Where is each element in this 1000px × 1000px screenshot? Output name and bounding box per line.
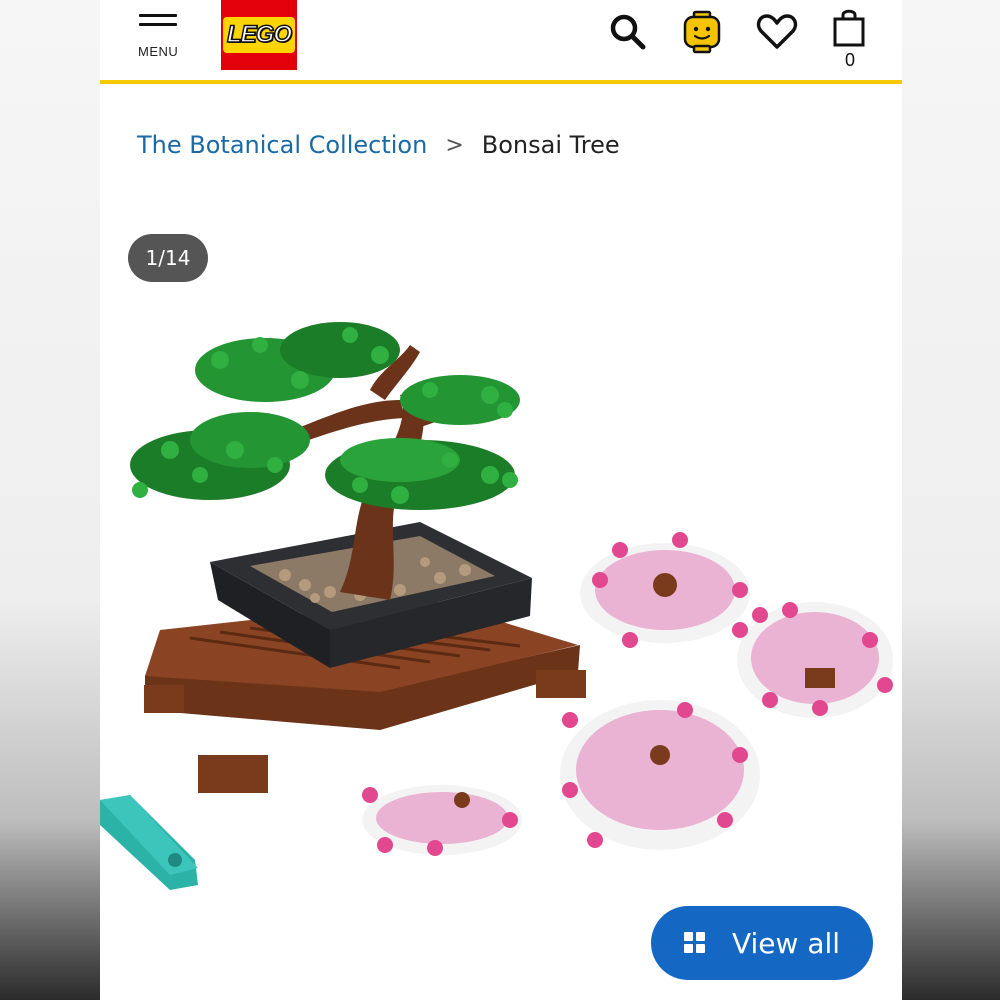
view-all-button[interactable]: View all xyxy=(651,906,873,980)
heart-icon[interactable] xyxy=(756,12,798,52)
view-all-label: View all xyxy=(731,926,841,960)
grid-icon xyxy=(683,932,706,954)
bonsai-foliage xyxy=(130,322,520,510)
logo-text: LEGO xyxy=(222,17,295,53)
breadcrumb: The Botanical Collection > Bonsai Tree xyxy=(137,130,620,160)
menu-button[interactable]: MENU xyxy=(136,12,186,62)
image-counter: 1/14 xyxy=(128,234,208,282)
menu-icon xyxy=(139,14,177,28)
bag-count: 0 xyxy=(844,50,855,70)
right-backdrop xyxy=(902,0,1000,1000)
brick-separator xyxy=(100,795,198,890)
site-header: MENU LEGO 0 xyxy=(100,0,902,84)
breadcrumb-current: Bonsai Tree xyxy=(481,131,620,159)
left-backdrop xyxy=(0,0,100,1000)
menu-label: MENU xyxy=(138,44,179,59)
search-icon[interactable] xyxy=(608,12,648,52)
breadcrumb-parent-link[interactable]: The Botanical Collection xyxy=(137,131,427,159)
lego-logo[interactable]: LEGO xyxy=(221,0,297,70)
breadcrumb-separator: > xyxy=(445,132,464,158)
product-image[interactable] xyxy=(100,300,902,900)
product-page: MENU LEGO 0 The Botanical Collection > B… xyxy=(100,0,902,1000)
shopping-bag-icon[interactable] xyxy=(832,6,866,48)
account-icon[interactable] xyxy=(682,10,722,54)
